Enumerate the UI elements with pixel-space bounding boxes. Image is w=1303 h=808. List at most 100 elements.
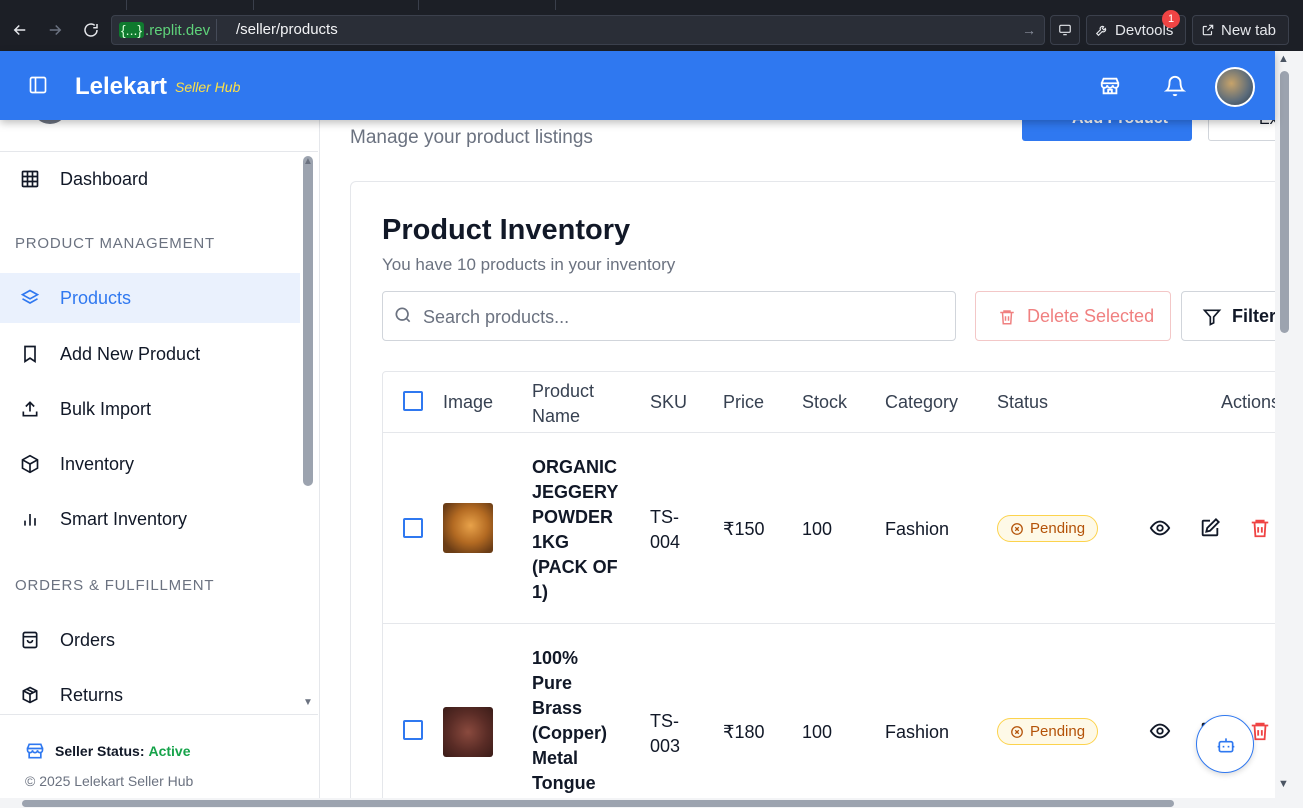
export-label: Ex: [1259, 120, 1275, 129]
sku-line: 003: [650, 736, 681, 756]
bell-icon[interactable]: [1163, 75, 1187, 97]
sidebar-item-orders[interactable]: Orders: [0, 615, 300, 665]
product-price: ₹150: [723, 519, 765, 539]
screen-icon[interactable]: [1050, 15, 1080, 45]
table-header: Image Product Name SKU Price Stock Categ…: [383, 372, 1275, 433]
sidebar-footer: Seller Status: Active © 2025 Lelekart Se…: [0, 714, 318, 798]
devtools-badge: 1: [1162, 10, 1180, 28]
status-label: Pending: [1030, 723, 1086, 740]
search-field[interactable]: [382, 291, 956, 341]
status-badge: Pending: [997, 515, 1099, 542]
product-sku: TS- 004: [650, 505, 680, 555]
column-header-status[interactable]: Status: [997, 392, 1048, 413]
new-tab-button[interactable]: New tab: [1192, 15, 1289, 45]
scroll-down-arrow-icon[interactable]: ▼: [303, 697, 315, 708]
sidebar-item-inventory[interactable]: Inventory: [0, 439, 300, 489]
add-product-label: Add Product: [1072, 120, 1168, 128]
sidebar: Dashboard PRODUCT MANAGEMENT Products Ad…: [0, 120, 320, 798]
store-icon[interactable]: [1099, 75, 1121, 97]
product-image[interactable]: [443, 503, 493, 553]
seller-status: Seller Status: Active: [25, 741, 191, 761]
store-icon: [26, 743, 44, 759]
page-subtitle: Manage your product listings: [350, 127, 593, 148]
sidebar-item-label: Add New Product: [60, 343, 201, 364]
edit-icon[interactable]: [1199, 517, 1221, 539]
search-input[interactable]: [423, 304, 943, 330]
row-checkbox[interactable]: [403, 518, 423, 538]
wrench-icon: [1095, 25, 1107, 37]
product-name-line: (PACK OF: [532, 557, 618, 577]
product-image[interactable]: [443, 707, 493, 757]
product-stock: 100: [802, 722, 833, 742]
user-avatar[interactable]: [1215, 67, 1255, 107]
sidebar-item-label: Products: [60, 287, 132, 308]
brand-logo[interactable]: Lelekart: [75, 73, 167, 101]
devtools-button[interactable]: Devtools 1: [1086, 10, 1186, 45]
reload-icon[interactable]: [79, 18, 103, 42]
forward-arrow-icon[interactable]: [43, 18, 67, 42]
card-description: You have 10 products in your inventory: [382, 255, 676, 274]
view-eye-icon[interactable]: [1149, 720, 1171, 742]
column-header-stock[interactable]: Stock: [802, 392, 847, 413]
export-button[interactable]: Ex: [1208, 120, 1275, 141]
address-bar[interactable]: {...} .replit.dev /seller/products →: [111, 15, 1045, 45]
product-category: Fashion: [885, 722, 950, 742]
sidebar-toggle-icon[interactable]: [28, 75, 48, 95]
product-stock: 100: [802, 519, 833, 539]
bookmark-icon: [24, 345, 36, 364]
copyright: © 2025 Lelekart Seller Hub: [25, 773, 194, 789]
delete-trash-icon[interactable]: [1249, 517, 1271, 539]
x-circle-icon: [1011, 725, 1023, 738]
sidebar-scrollbar[interactable]: [303, 156, 313, 486]
delete-selected-label: Delete Selected: [1027, 306, 1155, 326]
sidebar-item-add-new-product[interactable]: Add New Product: [0, 329, 300, 379]
select-all-checkbox[interactable]: [403, 391, 423, 411]
scroll-up-arrow-icon[interactable]: ▲: [303, 156, 315, 167]
sidebar-item-returns[interactable]: Returns: [0, 670, 300, 720]
column-header-sku[interactable]: SKU: [650, 392, 687, 413]
sidebar-item-bulk-import[interactable]: Bulk Import: [0, 384, 300, 434]
new-tab-label: New tab: [1221, 21, 1277, 39]
product-name-line: (Copper): [532, 723, 607, 743]
url-path: /seller/products: [236, 21, 338, 38]
add-product-button[interactable]: Add Product: [1022, 120, 1192, 141]
product-name-line: 1): [532, 582, 549, 602]
back-arrow-icon[interactable]: [8, 18, 32, 42]
filters-button[interactable]: Filters: [1181, 291, 1275, 341]
sidebar-item-dashboard[interactable]: Dashboard: [0, 154, 300, 204]
sidebar-item-label: Returns: [60, 684, 124, 705]
sidebar-item-label: Smart Inventory: [60, 508, 188, 529]
bot-icon: [1217, 738, 1235, 753]
go-arrow-icon[interactable]: →: [1022, 22, 1036, 38]
column-header-category[interactable]: Category: [885, 392, 958, 413]
browser-tabstrip: [0, 0, 1303, 10]
sidebar-item-products[interactable]: Products: [0, 273, 300, 323]
external-link-icon: [1202, 24, 1214, 36]
table-row: 100% Pure Brass (Copper) Metal Tongue TS…: [383, 624, 1275, 798]
row-checkbox[interactable]: [403, 720, 423, 740]
shopping-bag-icon: [22, 631, 38, 649]
column-header-product-name[interactable]: Product Name: [532, 379, 594, 429]
scroll-down-arrow-icon[interactable]: ▼: [1278, 778, 1289, 790]
card-title: Product Inventory: [382, 214, 631, 246]
status-label: Pending: [1030, 520, 1086, 537]
scrollbar-thumb[interactable]: [1280, 71, 1289, 333]
product-name-line: 100%: [532, 648, 579, 668]
product-name-line: ORGANIC: [532, 457, 617, 477]
page-horizontal-scrollbar[interactable]: [0, 798, 1275, 808]
sidebar-item-smart-inventory[interactable]: Smart Inventory: [0, 494, 300, 544]
scrollbar-thumb[interactable]: [22, 800, 1174, 807]
filter-icon: [1202, 309, 1222, 326]
trash-icon: [1000, 310, 1014, 325]
delete-selected-button[interactable]: Delete Selected: [975, 291, 1171, 341]
bar-chart-icon: [24, 514, 36, 526]
page-vertical-scrollbar[interactable]: ▲ ▼: [1275, 51, 1303, 808]
view-eye-icon[interactable]: [1149, 517, 1171, 539]
product-name-line: JEGGERY: [532, 482, 619, 502]
scroll-up-arrow-icon[interactable]: ▲: [1278, 53, 1289, 65]
column-header-price[interactable]: Price: [723, 392, 764, 413]
column-header-name-line2: Name: [532, 406, 581, 426]
assistant-bot-button[interactable]: [1196, 715, 1254, 773]
product-name[interactable]: ORGANIC JEGGERY POWDER 1KG (PACK OF 1): [532, 455, 622, 605]
product-name[interactable]: 100% Pure Brass (Copper) Metal Tongue: [532, 646, 622, 796]
